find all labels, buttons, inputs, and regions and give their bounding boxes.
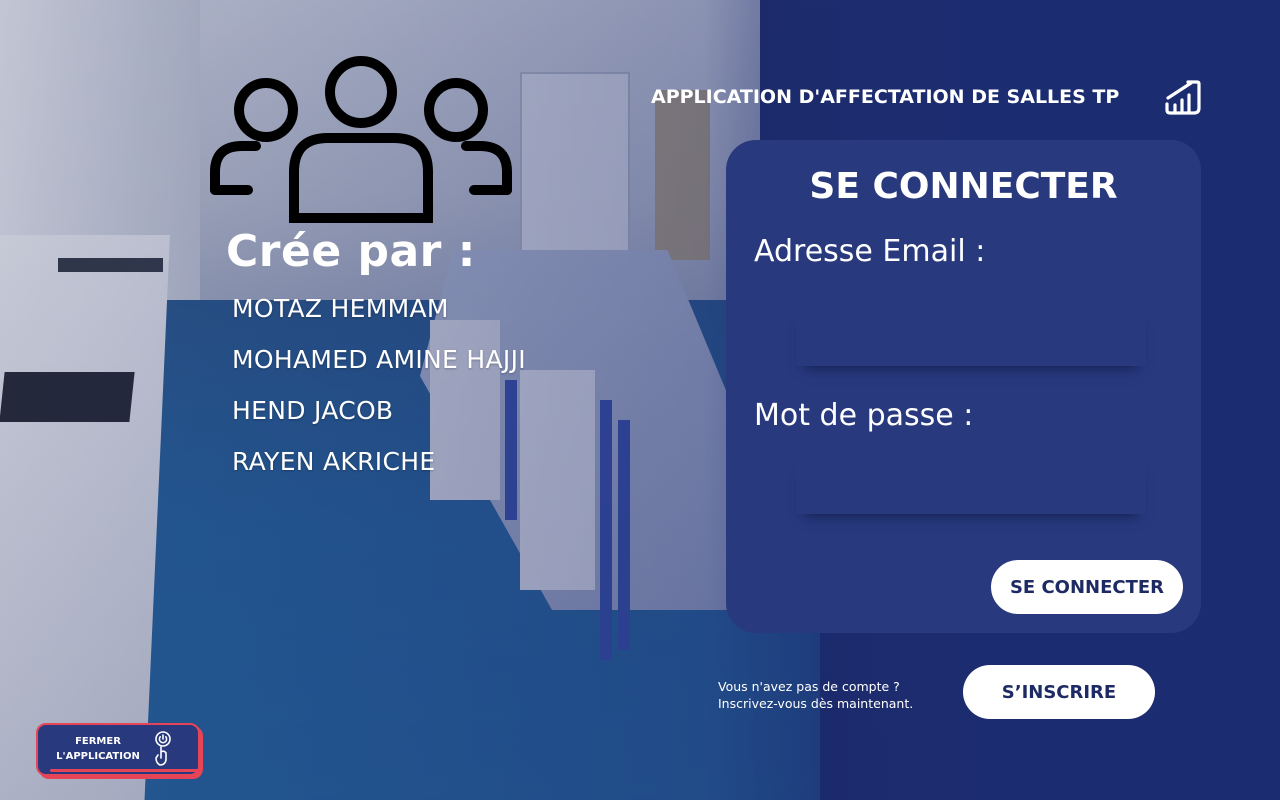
- close-app-stripe: [50, 769, 198, 772]
- author-name: HEND JACOB: [232, 396, 394, 425]
- credits-title: Crée par :: [226, 226, 476, 277]
- login-button[interactable]: SE CONNECTER: [991, 560, 1183, 614]
- touch-power-icon: [155, 731, 171, 766]
- close-app-button[interactable]: FERMER L'APPLICATION: [36, 723, 200, 776]
- app-title: APPLICATION D'AFFECTATION DE SALLES TP: [651, 86, 1120, 108]
- close-app-label: FERMER L'APPLICATION: [46, 734, 150, 764]
- authors-list: MOTAZ HEMMAM MOHAMED AMINE HAJJI HEND JA…: [232, 292, 526, 496]
- password-label: Mot de passe :: [754, 398, 974, 433]
- email-label: Adresse Email :: [754, 234, 986, 269]
- chart-growth-icon: [1165, 80, 1201, 115]
- signup-prompt-line2: Inscrivez-vous dès maintenant.: [718, 696, 914, 711]
- signup-prompt: Vous n'avez pas de compte ? Inscrivez-vo…: [718, 678, 913, 712]
- users-group-icon: [210, 56, 512, 223]
- author-name: MOTAZ HEMMAM: [232, 294, 449, 323]
- login-card: SE CONNECTER Adresse Email : Mot de pass…: [726, 140, 1201, 633]
- close-app-label-line1: FERMER: [75, 736, 121, 747]
- password-field[interactable]: [796, 458, 1146, 514]
- author-name: MOHAMED AMINE HAJJI: [232, 345, 526, 374]
- signup-button[interactable]: S’INSCRIRE: [963, 665, 1155, 719]
- login-title: SE CONNECTER: [809, 166, 1118, 207]
- signup-prompt-line1: Vous n'avez pas de compte ?: [718, 679, 900, 694]
- author-name: RAYEN AKRICHE: [232, 447, 436, 476]
- close-app-label-line2: L'APPLICATION: [56, 751, 140, 762]
- email-field[interactable]: [796, 310, 1146, 366]
